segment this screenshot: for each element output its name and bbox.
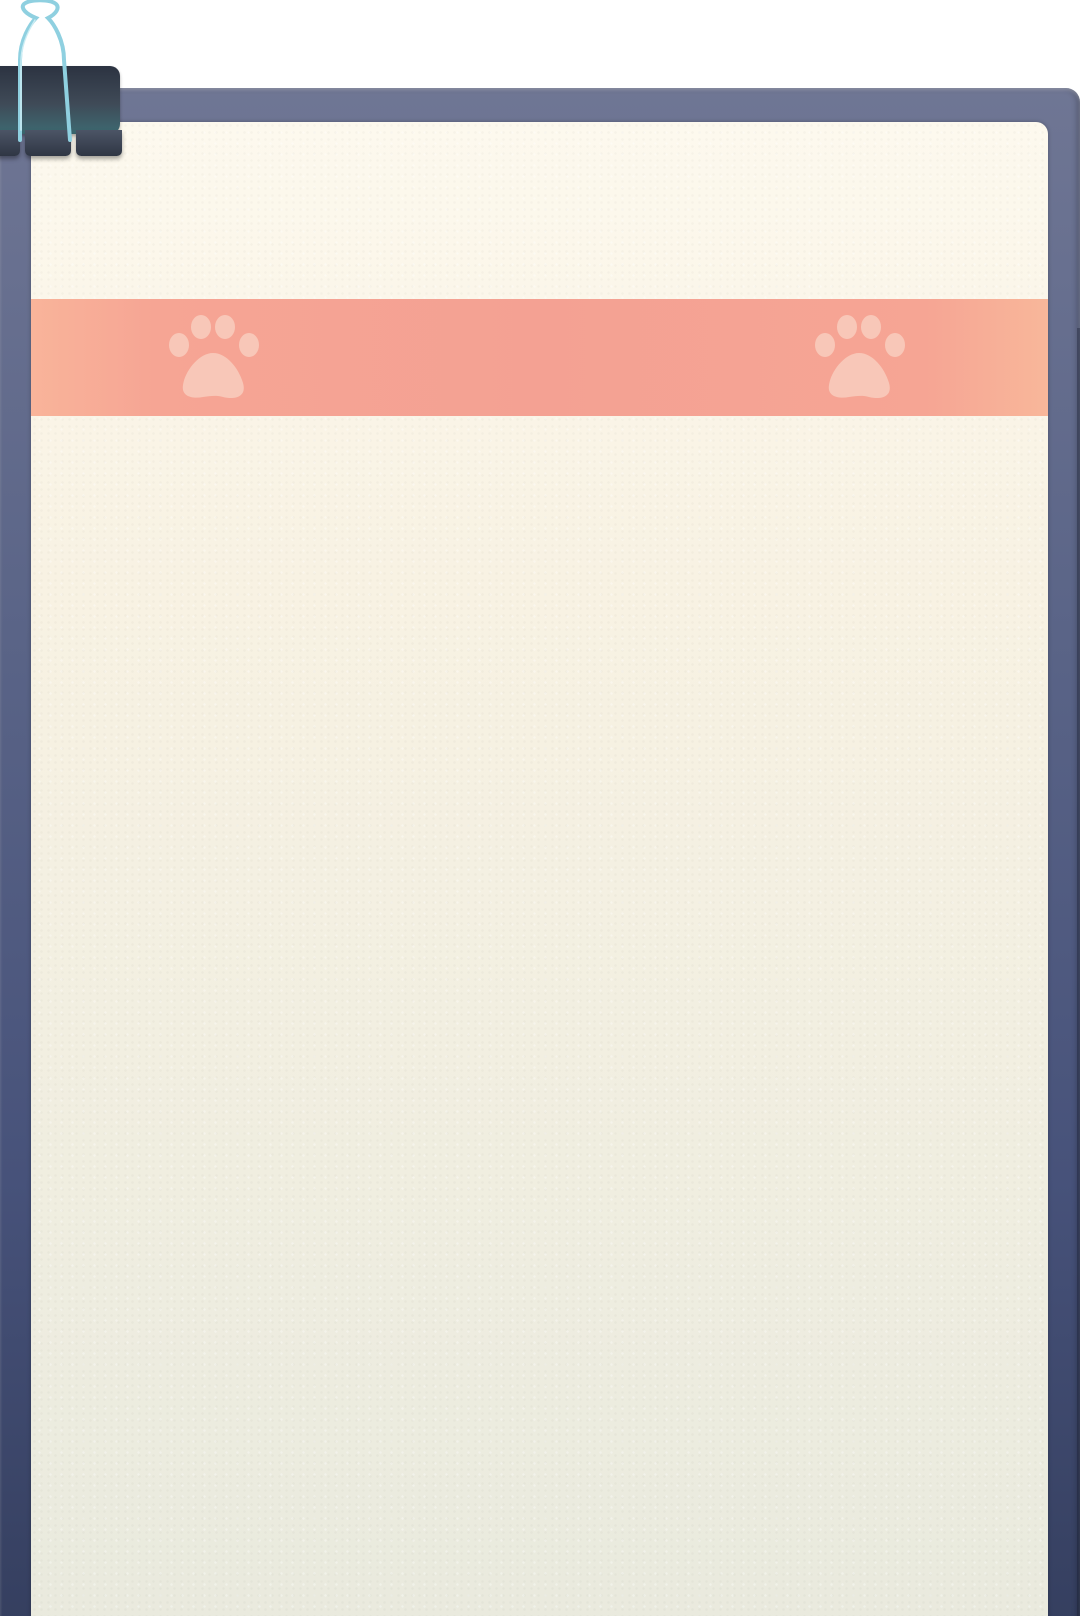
notepad-screen <box>0 0 1080 1616</box>
header-band <box>31 299 1048 416</box>
paw-print-icon <box>815 315 905 399</box>
binder-clip-icon <box>0 0 125 162</box>
clip-wire <box>18 0 72 142</box>
paw-print-icon <box>169 315 259 399</box>
